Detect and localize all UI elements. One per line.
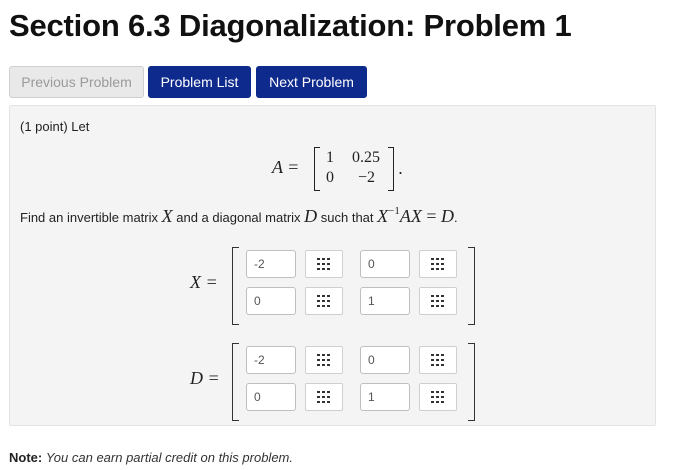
- answer-input-d21[interactable]: 0: [246, 383, 296, 411]
- matrix-a-period: .: [398, 158, 404, 178]
- matrix-grid-icon: [317, 295, 330, 307]
- matrix-grid-icon: [317, 354, 330, 366]
- statement-text: Find an invertible matrix: [20, 210, 162, 225]
- expr-d: D: [441, 206, 455, 226]
- next-problem-button[interactable]: Next Problem: [256, 66, 367, 98]
- problem-statement: Find an invertible matrix X and a diagon…: [20, 205, 458, 227]
- statement-end: .: [454, 210, 458, 225]
- matrix-a-cell: −2: [358, 169, 376, 186]
- left-bracket: [314, 147, 320, 191]
- problem-list-button[interactable]: Problem List: [148, 66, 251, 98]
- note-label: Note:: [9, 450, 43, 465]
- answer-input-x21[interactable]: 0: [246, 287, 296, 315]
- equation-editor-button[interactable]: [419, 287, 457, 315]
- equation-editor-button[interactable]: [419, 250, 457, 278]
- matrix-grid-icon: [317, 258, 330, 270]
- note-text: You can earn partial credit on this prob…: [45, 450, 293, 465]
- statement-text: and a diagonal matrix: [172, 210, 305, 225]
- equation-editor-button[interactable]: [419, 346, 457, 374]
- answer-input-d22[interactable]: 1: [360, 383, 410, 411]
- matrix-a-cell: 0: [326, 169, 334, 186]
- right-bracket: [388, 147, 394, 191]
- matrix-d-label: D =: [190, 368, 220, 388]
- partial-credit-note: Note: You can earn partial credit on thi…: [9, 450, 293, 465]
- left-bracket: [232, 247, 239, 325]
- matrix-d-answer: D = -2 0 0 1: [190, 343, 490, 421]
- equation-editor-button[interactable]: [305, 250, 343, 278]
- answer-input-x12[interactable]: 0: [360, 250, 410, 278]
- left-bracket: [232, 343, 239, 421]
- matrix-grid-icon: [317, 391, 330, 403]
- expr-ax: AX: [399, 206, 422, 226]
- matrix-grid-icon: [431, 391, 444, 403]
- matrix-grid-icon: [431, 295, 444, 307]
- matrix-x-label: X =: [190, 272, 218, 292]
- matrix-a-cell: 0.25: [352, 149, 380, 166]
- equation-editor-button[interactable]: [305, 346, 343, 374]
- problem-panel: (1 point) Let A = 1 0.25 0 −2 . Find an …: [9, 105, 656, 426]
- var-x: X: [161, 206, 173, 226]
- answer-input-x11[interactable]: -2: [246, 250, 296, 278]
- expr-x: X: [377, 206, 389, 226]
- answer-input-d11[interactable]: -2: [246, 346, 296, 374]
- statement-text: such that: [317, 210, 378, 225]
- expr-equals: =: [421, 206, 442, 226]
- matrix-a: 1 0.25 0 −2: [314, 147, 394, 191]
- answer-input-x22[interactable]: 1: [360, 287, 410, 315]
- answer-input-d12[interactable]: 0: [360, 346, 410, 374]
- matrix-grid-icon: [431, 354, 444, 366]
- matrix-a-label: A =: [272, 157, 300, 177]
- equation-editor-button[interactable]: [419, 383, 457, 411]
- matrix-x-answer: X = -2 0 0 1: [190, 247, 490, 325]
- right-bracket: [468, 343, 475, 421]
- equation-editor-button[interactable]: [305, 383, 343, 411]
- right-bracket: [468, 247, 475, 325]
- equation-editor-button[interactable]: [305, 287, 343, 315]
- page-title: Section 6.3 Diagonalization: Problem 1: [9, 8, 572, 43]
- previous-problem-button[interactable]: Previous Problem: [9, 66, 144, 98]
- matrix-grid-icon: [431, 258, 444, 270]
- matrix-a-cell: 1: [326, 149, 334, 166]
- expr-inverse: −1: [388, 205, 400, 217]
- var-d: D: [304, 206, 318, 226]
- problem-intro: (1 point) Let: [20, 119, 90, 134]
